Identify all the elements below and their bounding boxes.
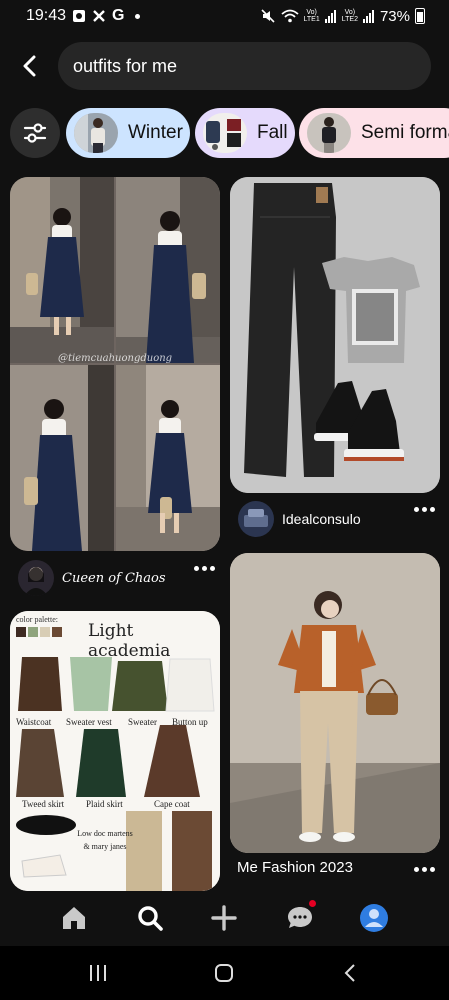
app-notification-icon <box>92 9 106 23</box>
pin-denim-dress-watermark: @tiemcuahuongduong <box>58 353 173 364</box>
battery-icon <box>415 8 425 24</box>
signal-2-icon <box>362 9 375 23</box>
author-name: Cueen of Chaos <box>62 570 166 586</box>
lte2-label: LTE2 <box>341 16 358 23</box>
back-system-button[interactable] <box>332 956 368 990</box>
chip-winter-thumbnail <box>74 113 118 153</box>
nav-home[interactable] <box>54 898 94 938</box>
recent-apps-button[interactable] <box>80 956 116 990</box>
volte-2: Vo) <box>344 9 356 16</box>
back-chevron-icon <box>344 964 355 982</box>
pin-denim-dress[interactable]: @tiemcuahuongduong <box>10 177 220 551</box>
nav-profile[interactable] <box>354 898 394 938</box>
status-bar: 19:43 G Vo) LTE1 Vo) LTE2 73% <box>0 0 449 32</box>
g-notification-icon: G <box>112 7 125 24</box>
notification-badge <box>309 900 316 907</box>
label-waistcoat: Waistcoat <box>16 717 52 727</box>
label-shoes-note: Low doc martens & mary janes <box>77 829 133 851</box>
signal-1-icon <box>324 9 337 23</box>
author-avatar <box>238 501 274 537</box>
label-plaid-skirt: Plaid skirt <box>86 799 123 809</box>
photo-notification-icon <box>72 9 86 23</box>
chip-fall-label: Fall <box>257 122 288 143</box>
wifi-icon <box>280 9 299 23</box>
create-icon <box>211 905 237 931</box>
status-left: 19:43 G <box>26 7 140 25</box>
pin-denim-dress-author[interactable]: Cueen of Chaos <box>18 560 166 596</box>
more-options-icon[interactable] <box>189 558 219 578</box>
chip-fall[interactable]: Fall <box>195 108 295 158</box>
mute-icon <box>260 8 276 24</box>
recent-apps-icon <box>90 965 106 981</box>
label-tweed-skirt: Tweed skirt <box>22 799 65 809</box>
more-options-icon[interactable] <box>409 859 439 879</box>
profile-icon <box>360 904 388 932</box>
home-icon <box>63 907 85 929</box>
pin-me-fashion-title[interactable]: Me Fashion 2023 <box>237 859 353 876</box>
system-nav-bar <box>0 946 449 1000</box>
pin-outfit-grid-author[interactable]: Idealconsulo <box>238 501 361 537</box>
chip-winter-label: Winter <box>128 122 183 143</box>
clock: 19:43 <box>26 7 67 24</box>
sliders-icon <box>23 123 47 143</box>
pin-me-fashion[interactable] <box>230 553 440 853</box>
nav-messages[interactable] <box>280 898 320 938</box>
battery-percent: 73% <box>379 7 410 25</box>
messages-icon <box>288 907 312 928</box>
home-system-button[interactable] <box>206 956 242 990</box>
more-notifications-dot <box>134 13 140 19</box>
palette-label: color palette: <box>16 615 58 624</box>
label-sweater-vest: Sweater vest <box>66 717 112 727</box>
chip-semi-formal-label: Semi forma <box>361 122 449 143</box>
pin-denim-dress-image <box>10 177 220 551</box>
home-circle-icon <box>215 964 233 982</box>
sim1-label: Vo) LTE1 <box>304 9 320 23</box>
sim2-label: Vo) LTE2 <box>342 9 358 23</box>
nav-search[interactable] <box>130 898 170 938</box>
status-right: Vo) LTE1 Vo) LTE2 73% <box>260 8 425 25</box>
back-arrow-icon <box>23 55 36 77</box>
author-avatar <box>18 560 54 596</box>
chip-semi-formal-thumbnail <box>307 113 351 153</box>
more-options-icon[interactable] <box>409 499 439 519</box>
author-name: Idealconsulo <box>282 511 361 527</box>
pin-light-academia-title: Light academia <box>88 621 171 661</box>
pin-me-fashion-image <box>230 553 440 853</box>
bottom-nav <box>0 893 449 943</box>
label-sweater: Sweater <box>128 717 157 727</box>
filter-button[interactable] <box>10 108 60 158</box>
back-button[interactable] <box>12 46 48 86</box>
pin-outfit-grid-image <box>230 177 440 493</box>
nav-create[interactable] <box>204 898 244 938</box>
pin-outfit-grid[interactable] <box>230 177 440 493</box>
volte-1: Vo) <box>306 9 317 16</box>
chip-semi-formal[interactable]: Semi forma <box>299 108 449 158</box>
search-icon <box>138 906 163 931</box>
pin-light-academia[interactable]: color palette: Light academia Waistcoat … <box>10 611 220 891</box>
chip-fall-thumbnail <box>203 113 247 153</box>
label-cape-coat: Cape coat <box>154 799 190 809</box>
search-input[interactable]: outfits for me <box>58 42 431 90</box>
lte1-label: LTE1 <box>303 16 320 23</box>
search-query: outfits for me <box>73 55 178 76</box>
chip-winter[interactable]: Winter <box>66 108 190 158</box>
label-button-up: Button up <box>172 717 208 727</box>
